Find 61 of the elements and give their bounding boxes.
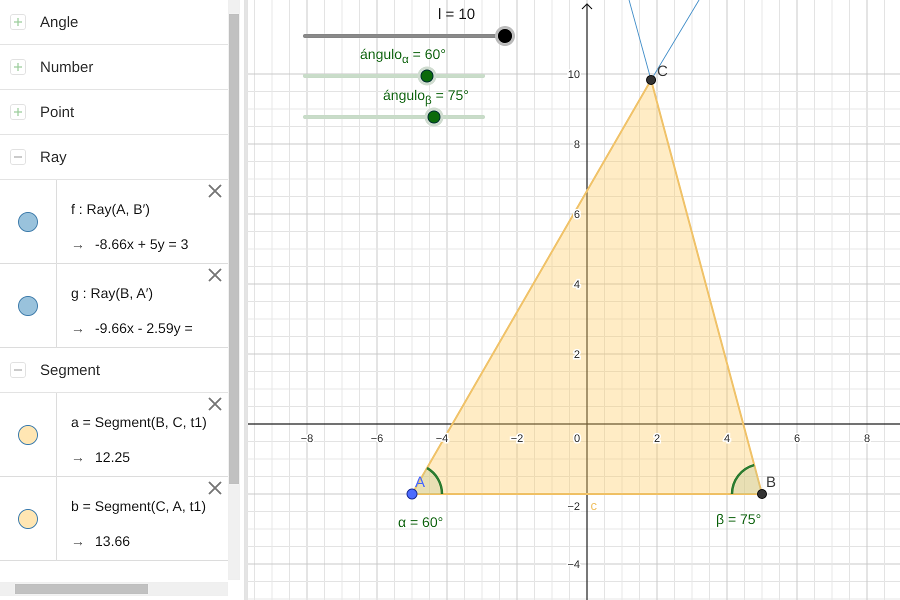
category-label[interactable]: Point [40, 104, 74, 120]
angle-arc [412, 466, 444, 494]
slider-thumb[interactable] [420, 70, 434, 82]
axis-tick-label: 10 [568, 69, 580, 81]
arrow-icon: → [71, 533, 85, 549]
point-label: C [657, 62, 668, 80]
axis-tick-label: −6 [370, 433, 384, 445]
axis-tick-label: 4 [724, 433, 730, 445]
point-label: A [415, 474, 426, 491]
point-dot [406, 488, 418, 500]
category-label[interactable]: Ray [40, 148, 67, 166]
visibility-toggle[interactable] [18, 212, 38, 232]
vertical-scrollbar[interactable] [228, 0, 240, 580]
axis-tick-label: −8 [300, 433, 314, 445]
collapse-icon[interactable] [10, 149, 26, 165]
object-definition[interactable]: b = Segment(C, A, t1) [71, 498, 228, 514]
visibility-toggle[interactable] [18, 296, 38, 316]
point-label: B [766, 474, 776, 491]
slider-thumb[interactable] [498, 29, 512, 43]
horizontal-scrollbar[interactable] [0, 582, 228, 596]
point-dot [757, 489, 767, 499]
slider-thumb[interactable] [428, 110, 441, 124]
angle-label: β = 75° [716, 511, 762, 527]
object-definition[interactable]: a = Segment(B, C, t1) [71, 414, 228, 430]
category-label[interactable]: Angle [40, 14, 78, 30]
axis-tick-label: −2 [510, 433, 524, 445]
object-value: -8.66x + 5y = 3 [95, 236, 188, 252]
arrow-icon: → [71, 236, 85, 252]
object-definition[interactable]: f : Ray(A, B′) [71, 201, 228, 217]
slider-label: l = 10 [438, 6, 476, 23]
axis-tick-label: 6 [574, 209, 580, 221]
object-definition[interactable]: g : Ray(B, A′) [71, 285, 228, 301]
axis-tick-label: 2 [574, 349, 580, 361]
axis-tick-label: 4 [574, 279, 580, 291]
axis-tick-label: 8 [574, 139, 580, 151]
category-label[interactable]: Segment [40, 362, 100, 378]
close-icon[interactable] [208, 184, 222, 198]
visibility-toggle[interactable] [18, 424, 38, 444]
close-icon[interactable] [208, 268, 222, 282]
slider-label: ángulo$_{β}$ = 75° [383, 87, 469, 107]
axis-tick-label: 6 [794, 433, 800, 445]
axis-tick-label: 2 [654, 433, 660, 445]
visibility-toggle[interactable] [18, 508, 38, 528]
axis-tick-label: 0 [574, 433, 580, 445]
arrow-icon: → [71, 449, 85, 465]
axis-tick-label: 8 [864, 433, 870, 445]
category-label[interactable]: Number [40, 58, 94, 76]
close-icon[interactable] [208, 397, 222, 411]
arrow-icon: → [71, 320, 85, 336]
collapse-icon[interactable] [10, 362, 26, 378]
object-value: -9.66x - 2.59y = [95, 320, 193, 336]
axis-tick-label: −2 [567, 501, 580, 513]
close-icon[interactable] [208, 481, 222, 495]
angle-arc [730, 464, 762, 494]
point-dot [646, 74, 656, 85]
axis-tick-label: −4 [567, 559, 580, 571]
segment-label: c [590, 498, 597, 513]
slider-label: ángulo$_{α}$ = 60° [360, 46, 446, 66]
object-value: 13.66 [95, 533, 130, 549]
angle-label: α = 60° [398, 514, 444, 530]
object-value: 12.25 [95, 449, 130, 465]
